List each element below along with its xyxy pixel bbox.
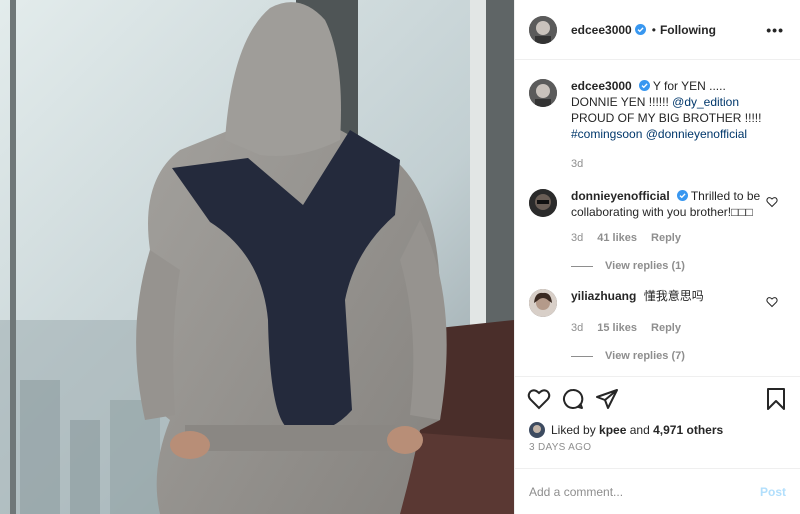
view-replies-link[interactable]: View replies (1) — [571, 260, 786, 272]
comment-like-heart-icon[interactable] — [766, 296, 778, 308]
caption-avatar[interactable] — [529, 79, 557, 107]
share-icon[interactable] — [595, 387, 619, 411]
likes-count[interactable]: 4,971 others — [653, 423, 723, 437]
comment-text: 懂我意思吗 — [643, 289, 704, 303]
commenter-avatar[interactable] — [529, 189, 557, 217]
liker-username[interactable]: kpee — [599, 423, 626, 437]
instagram-post: edcee3000 • Following ••• edcee3000 Y fo… — [0, 0, 800, 514]
post-header: edcee3000 • Following ••• — [515, 0, 800, 60]
mention-dy-edition[interactable]: @dy_edition — [672, 95, 739, 109]
comment-like-heart-icon[interactable] — [766, 196, 778, 208]
comment-body: yiliazhuang 懂我意思吗 3d 15 likes Reply — [571, 288, 786, 336]
heart-icon[interactable] — [527, 387, 551, 411]
comment-item: yiliazhuang 懂我意思吗 3d 15 likes Reply — [529, 288, 786, 336]
avatar-image — [529, 15, 557, 44]
comment-age: 3d — [571, 322, 584, 334]
caption: edcee3000 Y for YEN ..... DONNIE YEN !!!… — [529, 78, 786, 172]
action-bar — [515, 376, 800, 420]
view-replies-label: View replies (7) — [605, 350, 685, 362]
mention-donnieyenofficial[interactable]: @donnieyenofficial — [646, 127, 747, 141]
avatar-image — [529, 289, 557, 317]
comment-likes[interactable]: 41 likes — [597, 230, 637, 246]
author-username[interactable]: edcee3000 — [571, 23, 632, 37]
hashtag-comingsoon[interactable]: #comingsoon — [571, 127, 642, 141]
post-photo[interactable] — [0, 0, 514, 514]
liker-avatar[interactable] — [529, 422, 545, 438]
verified-badge-icon — [638, 80, 650, 91]
comment-icon[interactable] — [561, 387, 585, 411]
replies-line — [571, 265, 593, 267]
avatar-image — [529, 422, 545, 438]
avatar-image — [529, 79, 557, 107]
author-avatar[interactable] — [529, 15, 557, 44]
caption-body: edcee3000 Y for YEN ..... DONNIE YEN !!!… — [571, 78, 786, 172]
more-icon[interactable]: ••• — [766, 22, 784, 38]
likes-prefix: Liked by — [551, 423, 596, 437]
reply-button[interactable]: Reply — [651, 320, 681, 336]
likes-line: Liked by kpee and 4,971 others — [515, 420, 800, 440]
caption-meta: 3d — [571, 156, 768, 172]
view-replies-link[interactable]: View replies (7) — [571, 350, 786, 362]
verified-badge-icon — [676, 190, 688, 201]
likes-middle: and — [629, 423, 650, 437]
post-sidebar: edcee3000 • Following ••• edcee3000 Y fo… — [514, 0, 800, 514]
replies-line — [571, 355, 593, 357]
comment-likes[interactable]: 15 likes — [597, 320, 637, 336]
verified-badge-icon — [634, 24, 646, 35]
add-comment-input[interactable] — [529, 484, 760, 499]
add-comment-bar: Post — [515, 468, 800, 514]
separator-dot: • — [651, 22, 656, 37]
reply-button[interactable]: Reply — [651, 230, 681, 246]
comment-body: donnieyenofficial Thrilled to be collabo… — [571, 188, 786, 246]
comment-username[interactable]: donnieyenofficial — [571, 189, 670, 203]
comment-meta: 3d 41 likes Reply — [571, 230, 768, 246]
view-replies-label: View replies (1) — [605, 260, 685, 272]
hoodie-back-photo — [0, 0, 514, 514]
following-button[interactable]: Following — [660, 23, 716, 37]
post-date: 3 DAYS AGO — [529, 442, 592, 453]
comment-username[interactable]: yiliazhuang — [571, 289, 636, 303]
comment-item: donnieyenofficial Thrilled to be collabo… — [529, 188, 786, 246]
avatar-image — [529, 189, 557, 217]
post-button[interactable]: Post — [760, 485, 786, 499]
commenter-avatar[interactable] — [529, 289, 557, 317]
bookmark-icon[interactable] — [764, 387, 788, 411]
comment-age: 3d — [571, 232, 584, 244]
comment-meta: 3d 15 likes Reply — [571, 320, 768, 336]
comments-list: edcee3000 Y for YEN ..... DONNIE YEN !!!… — [515, 60, 800, 376]
caption-username[interactable]: edcee3000 — [571, 79, 632, 93]
caption-text-2: PROUD OF MY BIG BROTHER !!!!! — [571, 111, 762, 125]
caption-age: 3d — [571, 158, 584, 170]
